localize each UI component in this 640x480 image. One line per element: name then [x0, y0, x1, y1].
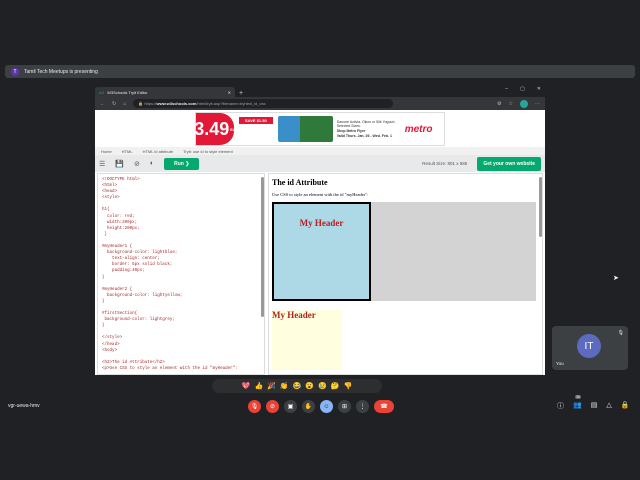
breadcrumb-current: Tryit: use id to style element — [183, 148, 233, 154]
menu-icon[interactable]: ☰ — [99, 160, 105, 168]
tryit-toolbar: ☰ 💾 ⊘ ◐ Run ❯ Result Size: 801 x 586 Get yo… — [95, 155, 545, 172]
breadcrumb-id-attribute[interactable]: HTML id attribute — [143, 149, 174, 154]
mic-off-icon[interactable]: 🎙 — [248, 400, 261, 413]
end-call-icon[interactable]: ☎ — [374, 400, 394, 413]
close-tab-icon[interactable]: ✕ — [228, 90, 231, 95]
rotate-layout-icon[interactable]: ⊘ — [134, 160, 140, 168]
result-paragraph: Use CSS to style an element with the id … — [272, 192, 369, 197]
presenting-banner: T Tamil Tech Meetups is presenting — [5, 65, 635, 78]
reactions-icon[interactable]: ☺ — [320, 400, 333, 413]
reaction-sad[interactable]: 😢 — [318, 382, 327, 390]
reaction-party[interactable]: 🎉 — [267, 382, 276, 390]
meeting-code: vgr-uewa-hmv — [8, 403, 40, 409]
product-image — [277, 116, 333, 142]
browser-window: w3 W3Schools Tryit Editor ✕ + – ▢ ✕ ← ↻ ⌂ 🔒 ht… — [95, 85, 545, 375]
reaction-thumbs-down[interactable]: 👎 — [344, 382, 353, 390]
breadcrumb-html[interactable]: HTML — [122, 149, 133, 154]
metro-logo: metro — [404, 123, 433, 135]
captions-icon[interactable]: ▣ — [284, 400, 297, 413]
ad-save: SAVE $1.50 — [239, 117, 273, 124]
close-window-icon[interactable]: ✕ — [537, 86, 541, 92]
chat-icon[interactable]: ▤ — [591, 401, 598, 411]
breadcrumb: Home HTML HTML id attribute Tryit: use id t… — [95, 147, 545, 155]
participant-count: 36 — [575, 395, 581, 399]
url-prefix: https:// — [144, 101, 157, 106]
get-website-button[interactable]: Get your own website — [477, 156, 541, 171]
my-header-2: My Header — [272, 310, 342, 370]
first-section: My Header — [272, 202, 536, 301]
reaction-heart[interactable]: 💖 — [242, 382, 251, 390]
camera-off-icon[interactable]: ⊘ — [266, 400, 279, 413]
tab-bar: w3 W3Schools Tryit Editor ✕ + — [95, 85, 545, 97]
url-path: /html/tryit.asp?filename=tryhtml_id_css — [196, 101, 266, 106]
more-options-icon[interactable]: ⋮ — [356, 400, 369, 413]
url-input[interactable]: 🔒 https://www.w3schools.com/html/tryit.a… — [133, 99, 394, 108]
presenter-avatar: T — [11, 67, 19, 76]
profile-avatar[interactable] — [520, 99, 528, 108]
ad-price: 3.49 EA — [194, 113, 236, 145]
advertisement[interactable]: 3.49 EA SAVE $1.50 Danone Activia, Oikos … — [194, 112, 445, 146]
maximize-icon[interactable]: ▢ — [520, 86, 525, 92]
mic-muted-icon: 🎙 — [617, 330, 624, 336]
code-scrollbar[interactable] — [261, 177, 264, 317]
activities-icon[interactable]: △ — [606, 401, 611, 411]
breadcrumb-home[interactable]: Home — [101, 149, 112, 154]
extension-icon[interactable]: ⚙ — [497, 101, 501, 107]
result-scrollbar[interactable] — [539, 177, 542, 237]
window-controls: – ▢ ✕ — [505, 86, 541, 92]
w3-favicon-icon: w3 — [99, 89, 105, 95]
ad-text: Danone Activia, Oikos or Silk Yogourt, S… — [336, 119, 396, 138]
raise-hand-icon[interactable]: ✋ — [302, 400, 315, 413]
call-controls: 🎙 ⊘ ▣ ✋ ☺ ⊞ ⋮ ☎ — [248, 400, 394, 413]
reload-icon[interactable]: ↻ — [112, 101, 116, 107]
reaction-clap[interactable]: 👏 — [280, 382, 289, 390]
new-tab-button[interactable]: + — [239, 90, 243, 97]
info-icon[interactable]: ⓘ — [557, 401, 564, 411]
theme-toggle-icon[interactable]: ◐ — [150, 160, 154, 167]
back-icon[interactable]: ← — [100, 101, 105, 107]
presenting-text: Tamil Tech Meetups is presenting — [24, 68, 98, 75]
url-domain: www.w3schools.com — [156, 101, 197, 106]
self-avatar: IT — [577, 334, 601, 358]
run-button[interactable]: Run ❯ — [164, 157, 200, 170]
menu-icon[interactable]: ⋯ — [535, 101, 540, 107]
save-icon[interactable]: 💾 — [115, 160, 124, 168]
host-controls-icon[interactable]: 🔒 — [621, 401, 630, 411]
result-size: Result Size: 801 x 586 — [422, 161, 468, 166]
reaction-thinking[interactable]: 🤔 — [331, 382, 340, 390]
present-icon[interactable]: ⊞ — [338, 400, 351, 413]
mouse-cursor-icon: ➤ — [613, 275, 619, 282]
reaction-thumbs-up[interactable]: 👍 — [254, 382, 263, 390]
reactions-bar: 💖 👍 🎉 👏 😂 😮 😢 🤔 👎 — [212, 379, 382, 393]
result-heading: The id Attribute — [272, 178, 328, 187]
side-controls: ⓘ 👥 36 ▤ △ 🔒 — [557, 395, 630, 411]
reaction-surprised[interactable]: 😮 — [305, 382, 314, 390]
people-icon[interactable]: 👥 36 — [573, 395, 582, 411]
tab-title: W3Schools Tryit Editor — [107, 89, 148, 95]
home-icon[interactable]: ⌂ — [123, 101, 126, 107]
my-header-1: My Header — [272, 202, 371, 301]
favorites-icon[interactable]: ☆ — [509, 101, 513, 107]
browser-tab[interactable]: w3 W3Schools Tryit Editor ✕ — [95, 87, 235, 97]
reaction-laugh[interactable]: 😂 — [293, 382, 302, 390]
minimize-icon[interactable]: – — [505, 86, 508, 92]
result-pane: The id Attribute Use CSS to style an ele… — [268, 173, 543, 375]
self-label: You — [556, 361, 564, 366]
self-video-tile: IT 🎙 You — [552, 326, 628, 370]
code-editor[interactable]: <!DOCTYPE html> <html> <head> <style> h1… — [97, 173, 265, 375]
address-bar: ← ↻ ⌂ 🔒 https://www.w3schools.com/html/try… — [95, 97, 545, 110]
